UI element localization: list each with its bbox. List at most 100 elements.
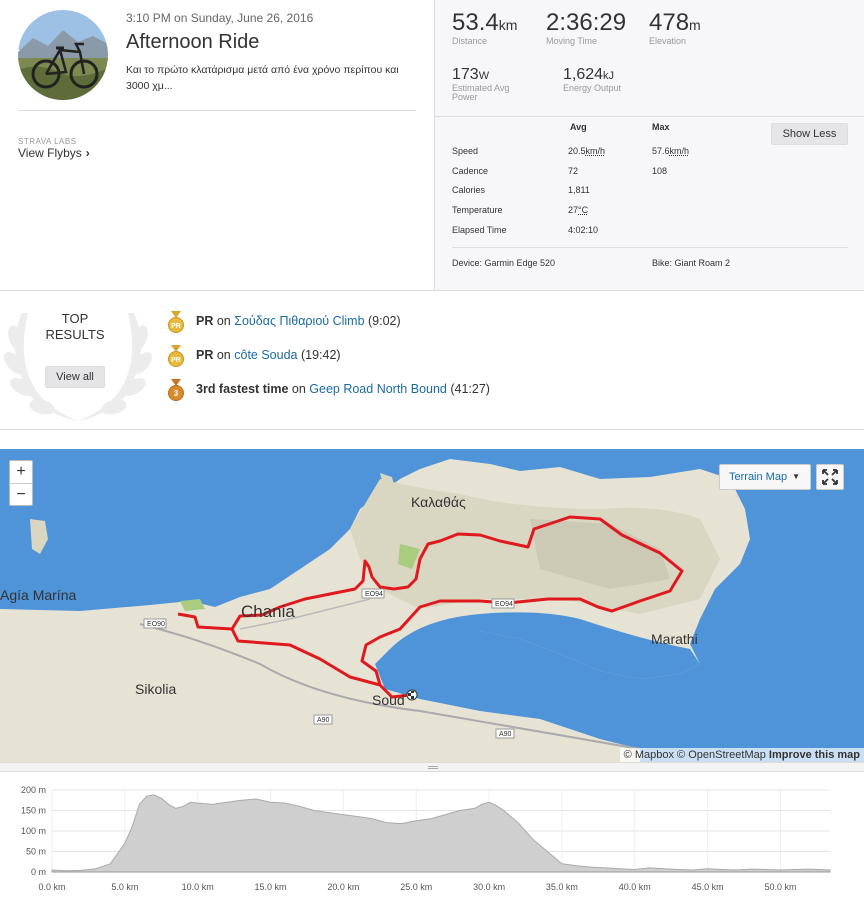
row-avg: 72 [568, 166, 579, 176]
svg-text:PR: PR [171, 323, 181, 330]
achievement-time: (9:02) [368, 314, 401, 328]
fullscreen-button[interactable] [816, 464, 844, 490]
mapbox-attribution[interactable]: © Mapbox [624, 749, 674, 761]
energy-label: Energy Output [563, 83, 622, 93]
elevation-value: 478 [649, 9, 690, 36]
show-less-button[interactable]: Show Less [771, 123, 848, 145]
device-info: Device: Garmin Edge 520 [452, 258, 556, 268]
row-label: Cadence [452, 166, 489, 176]
improve-map-link[interactable]: Improve this map [769, 749, 860, 761]
elevation-chart-canvas[interactable]: 200 m 150 m 100 m 50 m 0 m 0.0 km 5.0 km 10.0 k… [0, 772, 864, 906]
row-label: Calories [452, 185, 486, 195]
caret-down-icon: ▼ [792, 472, 800, 481]
row-avg: 4:02:10 [568, 225, 599, 235]
y-tick-label: 200 m [21, 785, 46, 795]
map-attribution: © Mapbox © OpenStreetMap Improve this ma… [619, 748, 864, 762]
achievement-time: (41:27) [450, 382, 490, 396]
map-style-label: Terrain Map [729, 471, 788, 483]
place-label: Καλαθάς [411, 494, 466, 510]
power-unit: W [478, 70, 490, 82]
svg-text:EO94: EO94 [495, 601, 513, 608]
divider [435, 116, 864, 117]
distance-label: Distance [452, 36, 488, 46]
y-tick-label: 100 m [21, 826, 46, 836]
svg-text:EO94: EO94 [365, 591, 383, 598]
elevation-area [51, 794, 831, 873]
achievement-rank: 3rd fastest time [196, 382, 289, 396]
bike-info: Bike: Giant Roam 2 [652, 258, 731, 268]
row-label: Temperature [452, 205, 503, 215]
activity-stats-panel: 53.4km Distance 2:36:29 Moving Time 478m… [434, 0, 864, 290]
x-tick-label: 50.0 km [764, 882, 796, 892]
col-max-header: Max [652, 122, 670, 132]
bronze-medal-icon: 3 [168, 379, 184, 401]
col-avg-header: Avg [570, 122, 587, 132]
activity-title: Afternoon Ride [126, 31, 260, 53]
fullscreen-icon [822, 469, 838, 485]
stat-moving-time: 2:36:29 Moving Time [546, 9, 626, 46]
pr-medal-icon: PR [168, 311, 184, 333]
view-all-button[interactable]: View all [45, 366, 105, 388]
route-map[interactable]: EO90 EO94 EO94 A90 A90 Καλαθάς Agía Marí… [0, 449, 864, 762]
view-flybys-link[interactable]: View Flybys › [18, 146, 90, 160]
stat-energy: 1,624kJ Energy Output [563, 66, 621, 93]
power-label-2: Power [452, 92, 478, 102]
y-tick-label: 0 m [31, 867, 46, 877]
place-label: Sikolia [135, 681, 177, 697]
place-label: Agía Marína [0, 587, 77, 603]
x-tick-label: 20.0 km [327, 882, 359, 892]
x-tick-label: 10.0 km [182, 882, 214, 892]
energy-unit: kJ [603, 70, 615, 82]
x-tick-label: 0.0 km [38, 882, 65, 892]
segment-link[interactable]: Geep Road North Bound [309, 382, 447, 396]
x-tick-label: 25.0 km [400, 882, 432, 892]
elevation-unit: m [689, 17, 701, 33]
row-max: 57.6km/h [652, 146, 690, 156]
achievement-rank: PR [196, 348, 214, 362]
zoom-out-button[interactable]: − [10, 483, 32, 505]
osm-attribution[interactable]: © OpenStreetMap [677, 749, 766, 761]
zoom-in-button[interactable]: + [10, 461, 32, 483]
distance-unit: km [498, 17, 518, 33]
top-results-title: TOP RESULTS [45, 311, 105, 342]
y-tick-label: 50 m [26, 847, 46, 857]
x-tick-label: 45.0 km [692, 882, 724, 892]
activity-photo[interactable] [18, 10, 108, 100]
svg-text:A90: A90 [499, 731, 512, 738]
energy-value: 1,624 [563, 66, 604, 83]
strava-labs-label: STRAVA LABS [18, 137, 77, 146]
power-value: 173 [452, 66, 479, 83]
svg-text:3: 3 [174, 389, 179, 398]
x-tick-label: 30.0 km [473, 882, 505, 892]
pr-medal-icon: PR [168, 345, 184, 367]
activity-description: Και το πρώτο κλατάρισμα μετά από ένα χρό… [126, 64, 399, 92]
stat-elevation: 478m Elevation [649, 9, 701, 46]
map-style-dropdown[interactable]: Terrain Map ▼ [719, 464, 811, 490]
svg-text:EO90: EO90 [147, 621, 165, 628]
svg-text:A90: A90 [317, 717, 330, 724]
x-tick-label: 5.0 km [111, 882, 138, 892]
zoom-control: + − [9, 460, 33, 506]
row-max: 108 [652, 166, 668, 176]
achievement-time: (19:42) [300, 348, 341, 362]
moving-time-value: 2:36:29 [546, 9, 627, 36]
elevation-chart[interactable]: 200 m 150 m 100 m 50 m 0 m 0.0 km 5.0 km 10.0 k… [0, 772, 864, 906]
activity-datetime: 3:10 PM on Sunday, June 26, 2016 [126, 11, 314, 25]
stat-power: 173W Estimated Avg Power [452, 66, 509, 102]
stat-distance: 53.4km Distance [452, 9, 517, 46]
divider [18, 110, 416, 111]
x-tick-label: 15.0 km [255, 882, 287, 892]
activity-header: 3:10 PM on Sunday, June 26, 2016 Afterno… [0, 0, 434, 290]
segment-link[interactable]: Σούδας Πιθαριού Climb [234, 314, 364, 328]
row-label: Speed [452, 146, 479, 156]
elevation-label: Elevation [649, 36, 687, 46]
chevron-right-icon: › [85, 146, 90, 160]
segment-link[interactable]: côte Souda [234, 348, 297, 362]
svg-text:PR: PR [171, 357, 181, 364]
map-resize-handle[interactable] [0, 762, 864, 772]
achievement-rank: PR [196, 314, 214, 328]
row-avg: 1,811 [568, 185, 590, 195]
row-avg: 20.5km/h [568, 146, 606, 156]
y-tick-label: 150 m [21, 806, 46, 816]
row-avg: 27°C [568, 205, 589, 215]
